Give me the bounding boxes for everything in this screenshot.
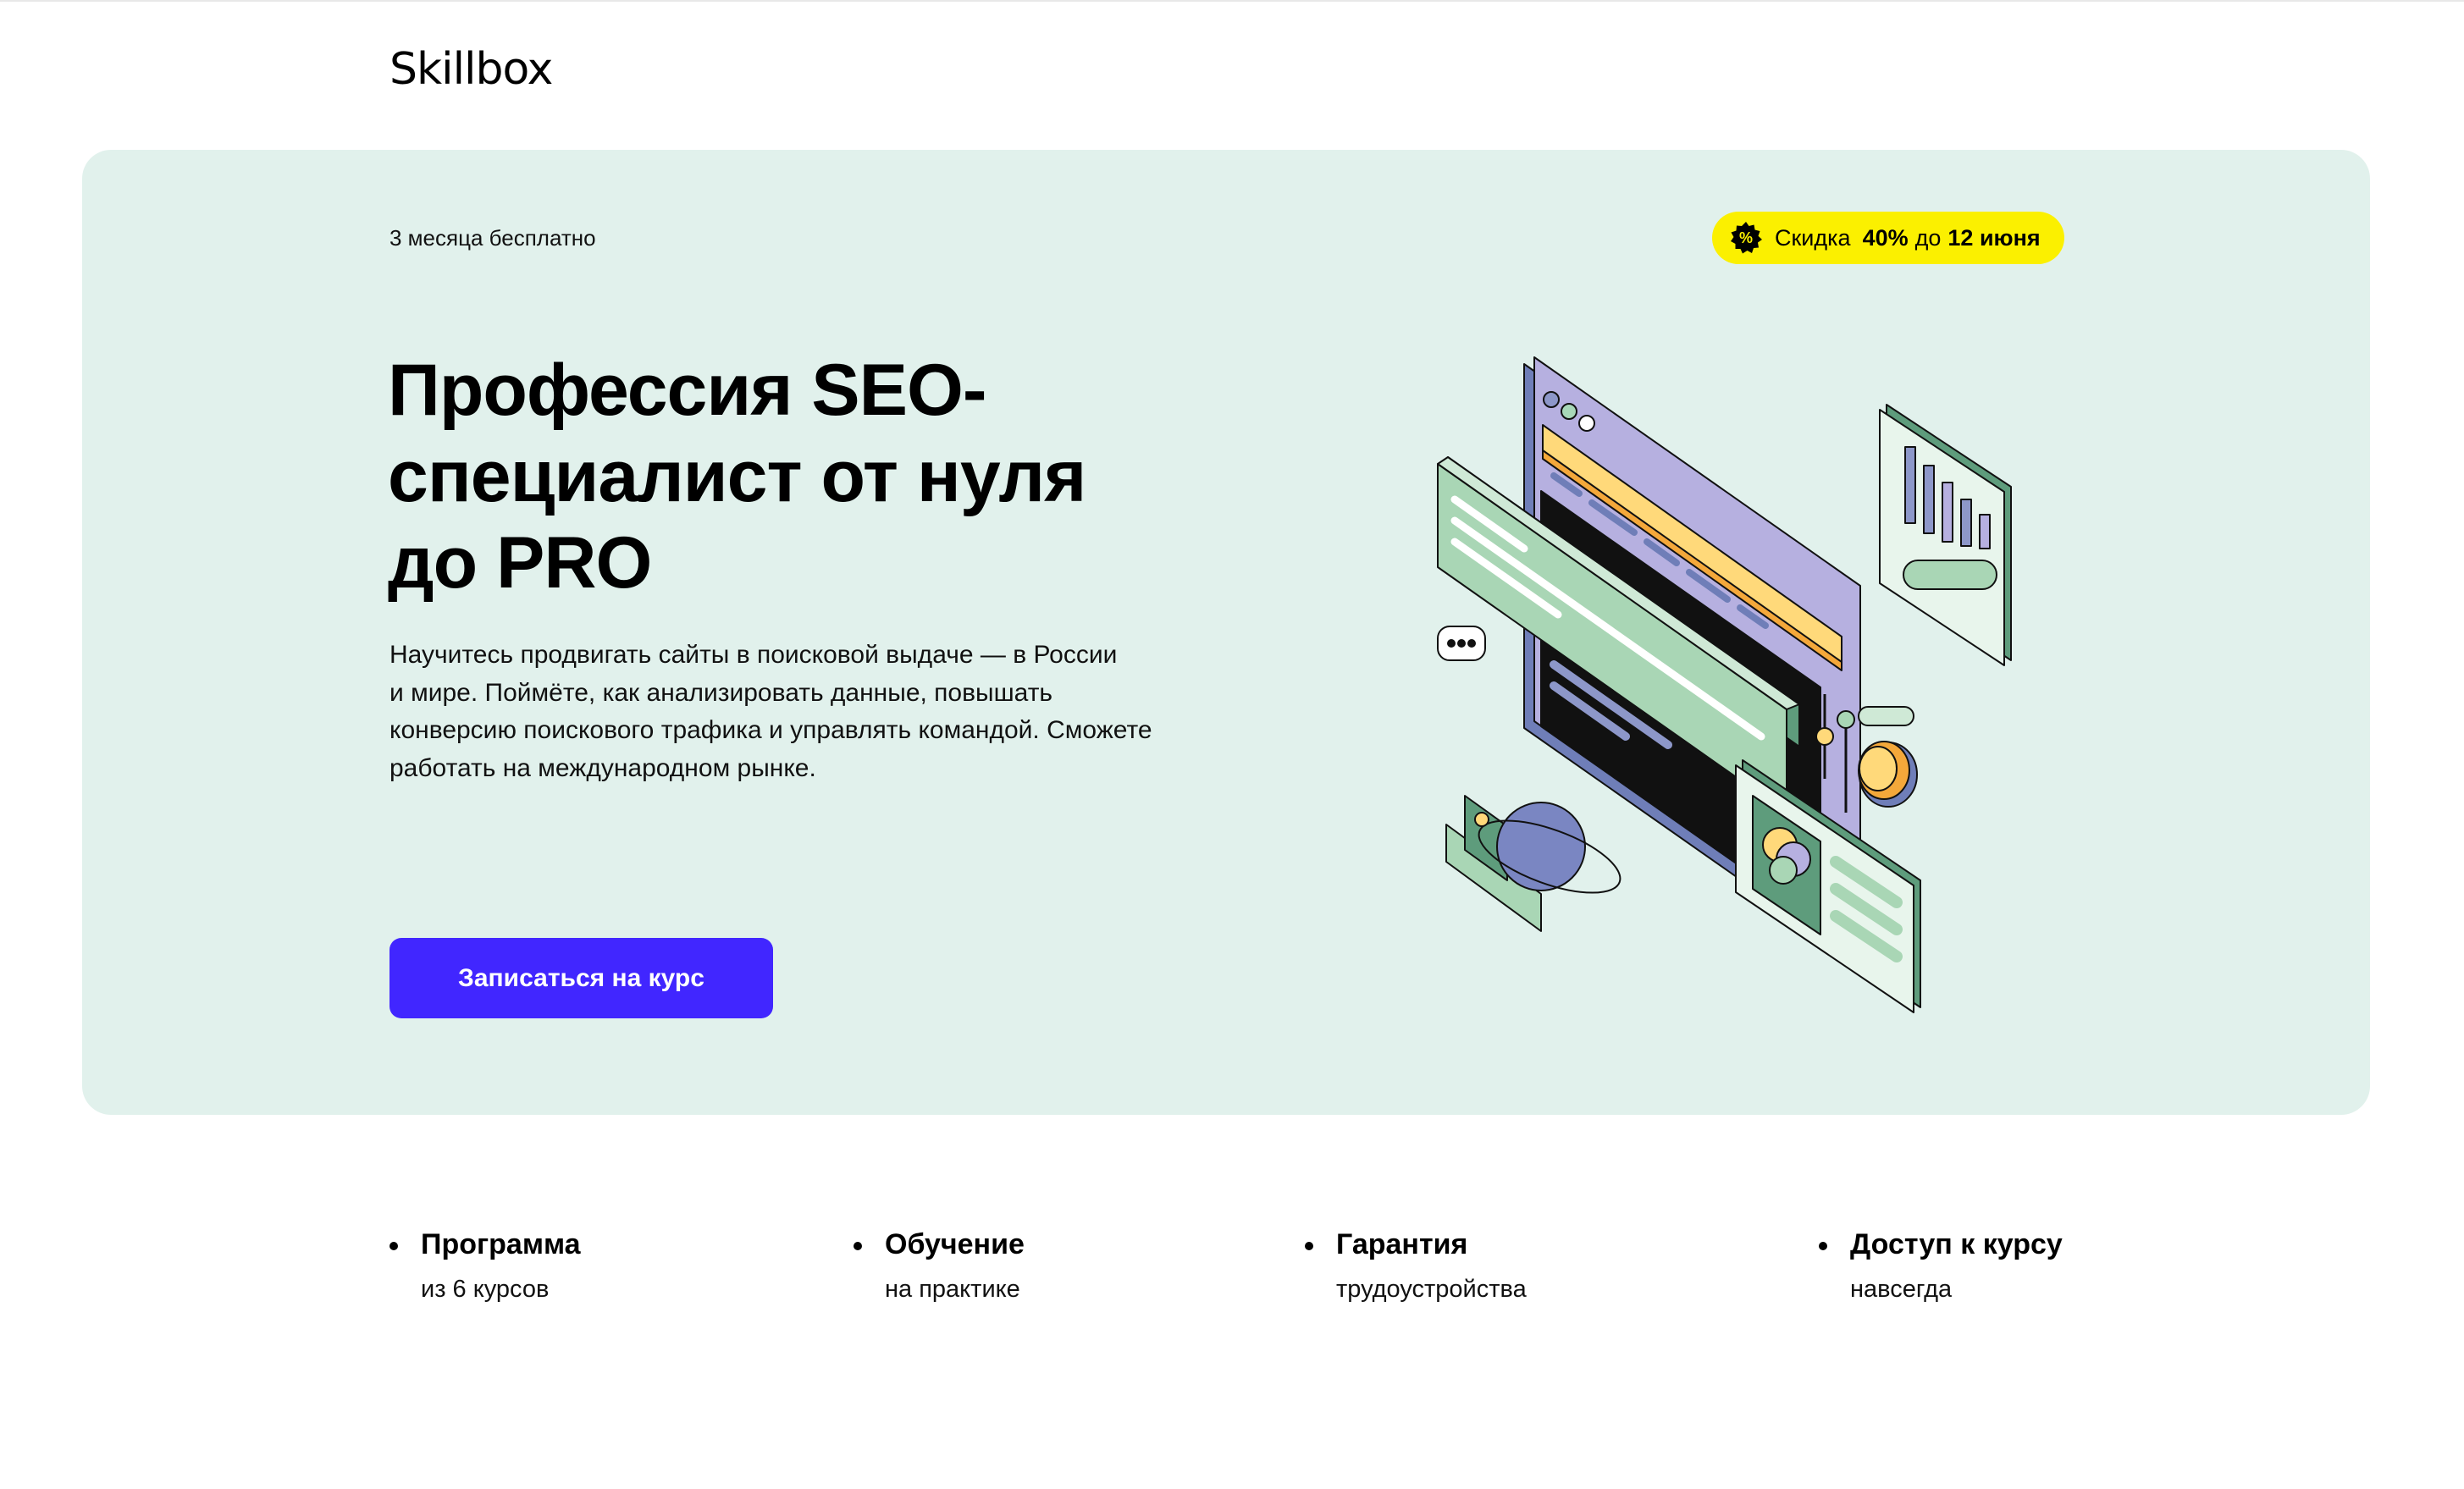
feature-subtitle: навсегда xyxy=(1850,1276,1953,1303)
description-line: и мире. Поймёте, как анализировать данны… xyxy=(389,678,1053,707)
feature-subtitle: из 6 курсов xyxy=(421,1276,550,1303)
feature-program: Программа из 6 курсов xyxy=(389,1226,581,1308)
feature-title: Гарантия xyxy=(1336,1228,1468,1260)
enroll-button[interactable]: Записаться на курс xyxy=(389,938,773,1018)
feature-title: Обучение xyxy=(885,1228,1025,1260)
feature-title: Доступ к курсу xyxy=(1850,1228,2063,1260)
skillbox-logo[interactable]: Skillbox xyxy=(389,44,553,95)
promo-date: 12 июня xyxy=(1947,224,2041,251)
page-title: Профессия SEO- специалист от нуля до PRO xyxy=(388,347,1235,606)
seo-illustration xyxy=(1389,339,2049,1016)
feature-subtitle: на практике xyxy=(885,1276,1020,1303)
discount-badge: % Скидка 40% до 12 июня xyxy=(1712,212,2064,264)
title-line: Профессия SEO- xyxy=(388,350,987,431)
title-line: до PRO xyxy=(388,522,652,604)
feature-guarantee: Гарантия трудоустройства xyxy=(1305,1226,1527,1308)
free-months-label: 3 месяца бесплатно xyxy=(389,225,596,251)
feature-subtitle: трудоустройства xyxy=(1336,1276,1527,1303)
percent-icon: % xyxy=(1729,221,1763,255)
promo-middle: до xyxy=(1914,224,1942,251)
bullet-icon xyxy=(1305,1242,1313,1250)
bullet-icon xyxy=(854,1242,862,1250)
course-description: Научитесь продвигать сайты в поисковой в… xyxy=(389,637,1219,787)
description-line: работать на международном рынке. xyxy=(389,753,816,782)
title-line: специалист от нуля xyxy=(388,436,1086,517)
feature-practice: Обучение на практике xyxy=(854,1226,1025,1308)
promo-prefix: Скидка xyxy=(1775,224,1851,251)
bullet-icon xyxy=(389,1242,398,1250)
features-list: Программа из 6 курсов Обучение на практи… xyxy=(0,1226,2464,1344)
feature-access: Доступ к курсу навсегда xyxy=(1819,1226,2063,1308)
promo-discount: 40% xyxy=(1862,224,1909,251)
description-line: конверсию поискового трафика и управлять… xyxy=(389,716,1152,744)
description-line: Научитесь продвигать сайты в поисковой в… xyxy=(389,641,1118,669)
feature-title: Программа xyxy=(421,1228,581,1260)
bullet-icon xyxy=(1819,1242,1827,1250)
top-divider xyxy=(0,0,2464,2)
